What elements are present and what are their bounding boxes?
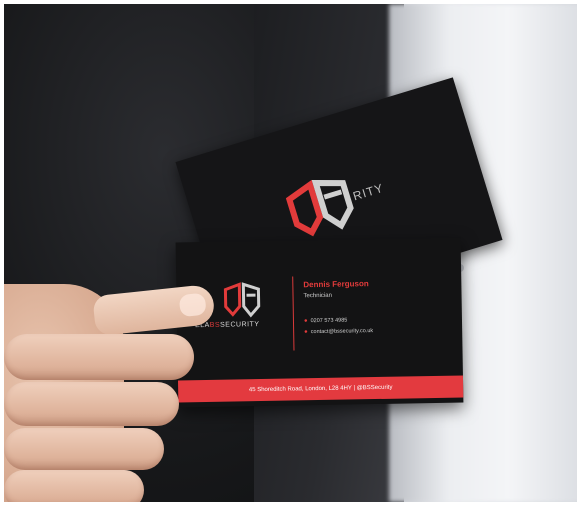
contact-name: Dennis Ferguson xyxy=(303,279,369,290)
back-brand-text: RITY xyxy=(351,180,386,204)
brand-highlight: BS xyxy=(209,321,221,329)
shield-logo-icon xyxy=(223,282,261,318)
shield-logo-icon xyxy=(285,179,354,237)
phone-number: 0207 573 4985 xyxy=(310,317,348,325)
contact-role: Technician xyxy=(303,292,332,300)
email-row: ● contact@bssecurity.co.uk xyxy=(304,328,373,335)
address-bar: 45 Shoreditch Road, London, L28 4HY | @B… xyxy=(177,375,464,403)
brand-suffix: SECURITY xyxy=(220,321,260,329)
email-icon: ● xyxy=(304,329,308,336)
ring-finger xyxy=(4,428,164,470)
index-finger xyxy=(4,334,194,380)
photo-frame: RITY ELABSSECURITY Dennis Ferguson Techn… xyxy=(4,4,577,502)
email-address: contact@bssecurity.co.uk xyxy=(310,328,374,336)
phone-row: ● 0207 573 4985 xyxy=(304,318,347,325)
middle-finger xyxy=(4,382,179,426)
business-card-front: ELABSSECURITY Dennis Ferguson Technician… xyxy=(175,237,464,408)
phone-icon: ● xyxy=(303,318,308,325)
little-finger xyxy=(4,470,144,502)
card-divider xyxy=(292,276,295,351)
thumb-nail xyxy=(178,292,207,318)
